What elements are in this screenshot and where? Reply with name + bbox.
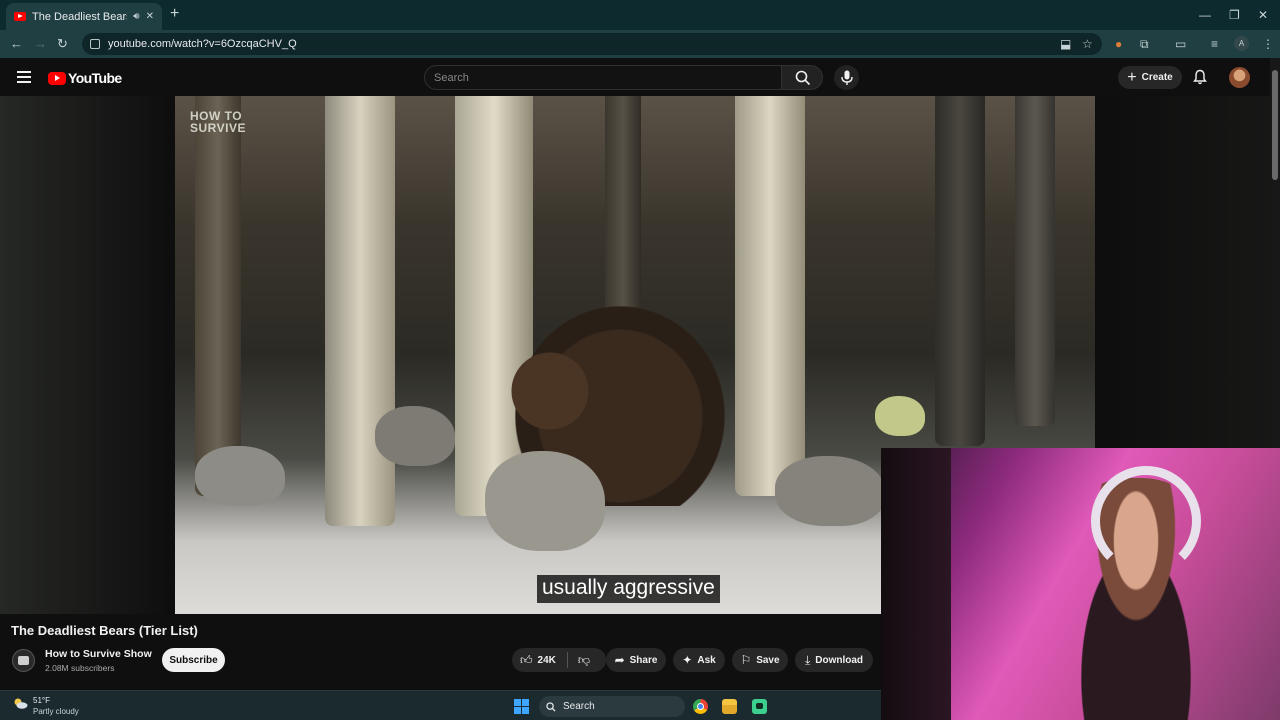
- bear-head: [505, 346, 595, 436]
- install-app-icon[interactable]: ⬓: [1060, 37, 1071, 51]
- streaming-app-icon[interactable]: [752, 699, 767, 714]
- youtube-favicon-icon: [14, 12, 26, 21]
- streamer-webcam-overlay: [881, 448, 1280, 720]
- tree-trunk: [195, 96, 241, 496]
- browser-tab[interactable]: The Deadliest Bears (Tier Li 🔊︎ ✕: [6, 3, 162, 30]
- like-dislike-group: 👍︎ 24K 👎︎: [512, 648, 606, 672]
- extensions-puzzle-icon[interactable]: ⧉: [1140, 37, 1149, 51]
- video-title: The Deadliest Bears (Tier List): [11, 623, 198, 638]
- microphone-icon: [840, 70, 853, 85]
- ask-button[interactable]: ✦ Ask: [673, 648, 725, 672]
- youtube-logo-text: YouTube: [68, 70, 122, 86]
- download-button[interactable]: ⤓ Download: [795, 648, 873, 672]
- restore-icon[interactable]: ❐: [1229, 8, 1240, 22]
- tree-trunk: [735, 96, 805, 496]
- chrome-app-icon[interactable]: [693, 699, 708, 714]
- tree-trunk: [935, 96, 985, 446]
- share-arrow-icon: ➦: [614, 653, 625, 667]
- tree-trunk: [1015, 96, 1055, 426]
- taskbar-search-label: Search: [563, 701, 595, 712]
- save-button[interactable]: ⚐ Save: [732, 648, 788, 672]
- weather-temperature[interactable]: 51°F: [33, 696, 50, 705]
- weather-description[interactable]: Partly cloudy: [33, 707, 79, 716]
- forward-icon[interactable]: →: [34, 37, 47, 51]
- ask-label: Ask: [697, 654, 716, 666]
- new-tab-button[interactable]: +: [170, 6, 179, 22]
- tab-title: The Deadliest Bears (Tier Li: [32, 10, 127, 23]
- video-caption: usually aggressive: [537, 575, 720, 603]
- browser-tab-strip: The Deadliest Bears (Tier Li 🔊︎ ✕ + — ❐ …: [0, 0, 1280, 30]
- taskbar-search[interactable]: Search: [539, 696, 685, 717]
- browser-toolbar: ← → ↻ youtube.com/watch?v=6OzcqaCHV_Q ⬓ …: [0, 30, 1280, 58]
- address-bar[interactable]: youtube.com/watch?v=6OzcqaCHV_Q: [82, 33, 1102, 55]
- audio-playing-icon[interactable]: 🔊︎: [133, 11, 139, 22]
- search-input[interactable]: Search: [424, 65, 782, 90]
- youtube-logo[interactable]: YouTube: [48, 70, 122, 86]
- pill-divider: [566, 652, 568, 668]
- close-window-icon[interactable]: ✕: [1258, 8, 1268, 22]
- account-avatar[interactable]: [1229, 67, 1250, 88]
- windows-taskbar: 51°F Partly cloudy Search: [0, 690, 881, 720]
- tab-close-icon[interactable]: ✕: [146, 11, 154, 22]
- windows-start-icon[interactable]: [514, 699, 529, 714]
- site-info-icon[interactable]: [90, 39, 100, 49]
- headphones-shape: [1091, 466, 1201, 576]
- watermark-line-2: SURVIVE: [190, 121, 246, 135]
- bookmark-icon: ⚐: [740, 653, 752, 667]
- back-icon[interactable]: ←: [10, 37, 23, 51]
- url-text: youtube.com/watch?v=6OzcqaCHV_Q: [108, 38, 297, 50]
- channel-watermark[interactable]: HOW TO SURVIVE: [190, 110, 246, 134]
- cast-icon[interactable]: ▭: [1175, 37, 1186, 51]
- chrome-menu-icon[interactable]: ⋮: [1262, 37, 1274, 51]
- partly-cloudy-icon[interactable]: [12, 697, 28, 709]
- reload-icon[interactable]: ↻: [57, 37, 68, 51]
- youtube-play-logo-icon: [48, 71, 66, 85]
- save-label: Save: [756, 654, 780, 666]
- share-button[interactable]: ➦ Share: [606, 648, 666, 672]
- minimize-icon[interactable]: —: [1199, 8, 1211, 22]
- channel-avatar[interactable]: [12, 649, 35, 672]
- search-button[interactable]: [781, 65, 823, 90]
- webcam-shadow-area: [881, 448, 951, 720]
- tree-trunk: [325, 96, 395, 526]
- profile-avatar[interactable]: A: [1234, 36, 1249, 51]
- like-count: 24K: [537, 654, 556, 666]
- like-button[interactable]: 👍︎ 24K: [520, 653, 556, 668]
- file-explorer-icon[interactable]: [722, 699, 737, 714]
- create-label: Create: [1141, 72, 1173, 83]
- guide-menu-icon[interactable]: [17, 71, 31, 83]
- rock: [485, 451, 605, 551]
- download-label: Download: [815, 654, 864, 666]
- subscriber-count: 2.08M subscribers: [45, 663, 115, 673]
- subscribe-button[interactable]: Subscribe: [162, 648, 225, 672]
- share-label: Share: [629, 654, 658, 666]
- channel-name[interactable]: How to Survive Show: [45, 648, 152, 660]
- extension-fox-icon[interactable]: ●: [1115, 37, 1122, 51]
- rock: [775, 456, 885, 526]
- plus-icon: +: [1127, 68, 1137, 86]
- scrollbar-thumb[interactable]: [1272, 70, 1278, 180]
- create-button[interactable]: + Create: [1118, 66, 1182, 89]
- media-controls-icon[interactable]: ≡: [1211, 37, 1218, 51]
- sparkle-icon: ✦: [682, 653, 693, 667]
- rock: [375, 406, 455, 466]
- voice-search-button[interactable]: [834, 65, 859, 90]
- youtube-masthead: YouTube Search + Create: [0, 58, 1270, 96]
- download-icon: ⤓: [804, 652, 811, 667]
- bookmark-star-icon[interactable]: ☆: [1082, 37, 1093, 51]
- mossy-rock: [875, 396, 925, 436]
- search-icon: [546, 701, 556, 712]
- thumbs-up-icon: 👍︎: [520, 652, 533, 667]
- rock: [195, 446, 285, 506]
- thumbs-down-icon[interactable]: 👎︎: [578, 653, 590, 668]
- search-icon: [795, 70, 811, 86]
- notifications-bell-icon[interactable]: [1192, 69, 1208, 85]
